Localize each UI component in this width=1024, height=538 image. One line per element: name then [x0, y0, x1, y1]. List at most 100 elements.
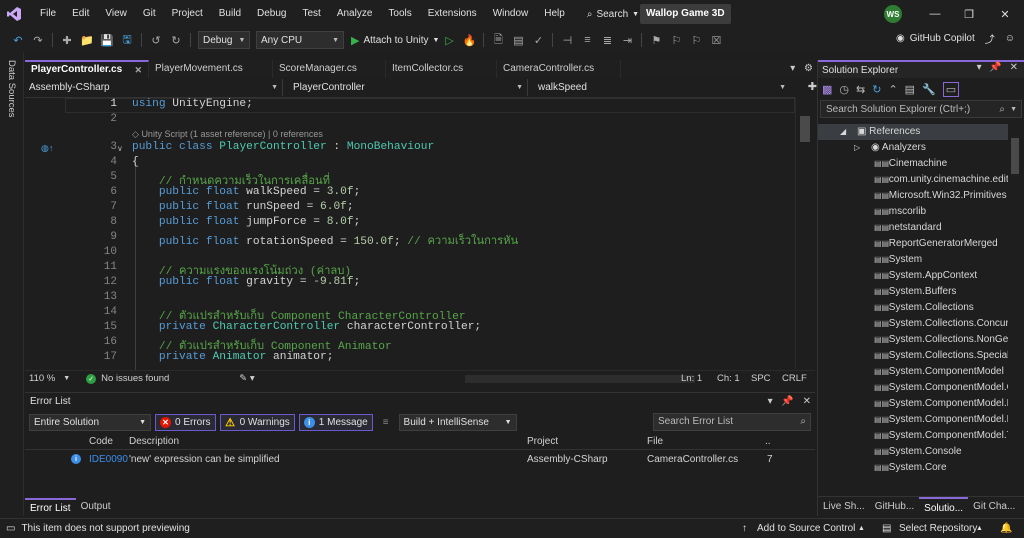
- bookmark-icon[interactable]: ⚑: [646, 30, 666, 50]
- add-to-source-control-button[interactable]: Add to Source Control: [757, 523, 855, 534]
- minimize-icon[interactable]: —: [918, 0, 952, 28]
- tree-item-reference[interactable]: ▤▤ System.Collections.Concurre: [818, 316, 1008, 332]
- tab-git-changes[interactable]: Git Cha...: [968, 497, 1020, 516]
- errors-filter-button[interactable]: ✕ 0 Errors: [155, 413, 216, 431]
- menu-project[interactable]: Project: [164, 0, 211, 28]
- column-indicator[interactable]: Ch: 1: [717, 373, 740, 384]
- undo-icon[interactable]: ↺: [146, 30, 166, 50]
- tree-item-reference[interactable]: ▤▤ System.Collections: [818, 300, 1008, 316]
- menu-edit[interactable]: Edit: [64, 0, 97, 28]
- menu-file[interactable]: File: [32, 0, 64, 28]
- error-list-row[interactable]: i IDE0090 'new' expression can be simpli…: [25, 452, 815, 468]
- close-icon[interactable]: ✕: [803, 396, 811, 407]
- column-line[interactable]: ..: [765, 436, 771, 447]
- zoom-level[interactable]: 110 %: [29, 373, 55, 384]
- configuration-dropdown[interactable]: Debug ▼: [198, 31, 250, 49]
- error-code-link[interactable]: IDE0090: [89, 454, 128, 465]
- solution-explorer-scrollbar[interactable]: [1008, 124, 1022, 492]
- preview-selected-icon[interactable]: ▭: [942, 81, 960, 97]
- sync-icon[interactable]: ⇆: [856, 83, 865, 96]
- properties-icon[interactable]: 🔧: [922, 83, 936, 96]
- tree-item-analyzers[interactable]: ▷ ◉ Analyzers: [818, 140, 1008, 156]
- tab-cameracontroller[interactable]: CameraController.cs: [497, 60, 621, 78]
- settings-gear-icon[interactable]: ⚙: [804, 63, 813, 74]
- redo-icon[interactable]: ↻: [166, 30, 186, 50]
- menu-tools[interactable]: Tools: [380, 0, 419, 28]
- history-icon[interactable]: ◷: [839, 83, 849, 96]
- tab-live-share[interactable]: Live Sh...: [818, 497, 870, 516]
- menu-debug[interactable]: Debug: [249, 0, 294, 28]
- menu-analyze[interactable]: Analyze: [329, 0, 381, 28]
- tree-item-reference[interactable]: ▤▤ System.ComponentModel.E: [818, 396, 1008, 412]
- visual-studio-logo-icon[interactable]: [0, 0, 28, 28]
- tree-item-reference[interactable]: ▤▤ netstandard: [818, 220, 1008, 236]
- notifications-bell-icon[interactable]: 🔔: [1000, 523, 1012, 534]
- navigate-forward-icon[interactable]: ↷: [28, 30, 48, 50]
- tree-item-reference[interactable]: ▤▤ System.Buffers: [818, 284, 1008, 300]
- layout-icon[interactable]: ▤: [508, 30, 528, 50]
- save-icon[interactable]: 💾: [97, 30, 117, 50]
- tab-solution-explorer[interactable]: Solutio...: [919, 497, 969, 516]
- refresh-icon[interactable]: ↻: [872, 83, 881, 96]
- data-sources-tab[interactable]: Data Sources: [6, 60, 17, 118]
- check-icon[interactable]: ✓: [528, 30, 548, 50]
- collapse-all-icon[interactable]: ⌃: [888, 83, 897, 96]
- new-item-icon[interactable]: ✚: [57, 30, 77, 50]
- tree-item-reference[interactable]: ▤▤ System.ComponentModel.C: [818, 380, 1008, 396]
- menu-view[interactable]: View: [97, 0, 135, 28]
- tree-item-reference[interactable]: ▤▤ Cinemachine: [818, 156, 1008, 172]
- next-bookmark-icon[interactable]: ⚐: [686, 30, 706, 50]
- member-dropdown[interactable]: walkSpeed ▼: [528, 79, 790, 96]
- step-icon[interactable]: ⊣: [557, 30, 577, 50]
- attach-to-unity-button[interactable]: ▶ Attach to Unity ▼: [351, 34, 439, 47]
- line-indicator[interactable]: Ln: 1: [681, 373, 702, 384]
- platform-dropdown[interactable]: Any CPU ▼: [256, 31, 344, 49]
- column-project[interactable]: Project: [527, 436, 558, 447]
- tree-item-reference[interactable]: ▤▤ System.ComponentModel.T: [818, 428, 1008, 444]
- start-without-debugging-icon[interactable]: ▷: [439, 30, 459, 50]
- open-folder-icon[interactable]: 📁: [77, 30, 97, 50]
- github-copilot-button[interactable]: ◉ GitHub Copilot ⤴ ☺: [896, 31, 1015, 46]
- tab-playermovement[interactable]: PlayerMovement.cs: [149, 60, 273, 78]
- search-menu[interactable]: ⌕ Search ▼: [581, 9, 645, 20]
- restore-icon[interactable]: ❐: [952, 0, 986, 28]
- tab-error-list[interactable]: Error List: [25, 498, 76, 516]
- tree-item-reference[interactable]: ▤▤ System.Console: [818, 444, 1008, 460]
- tab-scoremanager[interactable]: ScoreManager.cs: [273, 60, 386, 78]
- messages-filter-button[interactable]: i 1 Message: [298, 413, 373, 431]
- tab-output[interactable]: Output: [76, 498, 116, 516]
- tree-item-reference[interactable]: ▤▤ System.Core: [818, 460, 1008, 476]
- split-editor-icon[interactable]: ✚: [808, 80, 817, 93]
- prev-bookmark-icon[interactable]: ⚐: [666, 30, 686, 50]
- uncomment-icon[interactable]: ≣: [597, 30, 617, 50]
- show-all-files-icon[interactable]: ▤: [905, 83, 915, 96]
- close-tab-icon[interactable]: ✕: [134, 61, 142, 79]
- menu-extensions[interactable]: Extensions: [420, 0, 485, 28]
- filter-icon[interactable]: ≡: [383, 417, 389, 428]
- tree-item-reference[interactable]: ▤▤ ReportGeneratorMerged: [818, 236, 1008, 252]
- menu-test[interactable]: Test: [294, 0, 328, 28]
- editor-horizontal-scrollbar[interactable]: [465, 375, 695, 383]
- chevron-down-icon[interactable]: ▾: [768, 396, 773, 407]
- spacing-indicator[interactable]: SPC: [751, 373, 771, 384]
- tab-playercontroller[interactable]: PlayerController.cs ✕: [25, 60, 149, 78]
- column-file[interactable]: File: [647, 436, 663, 447]
- editor-vertical-scrollbar[interactable]: [795, 98, 813, 370]
- chevron-down-icon[interactable]: ▾: [977, 62, 982, 73]
- column-description[interactable]: Description: [129, 436, 179, 447]
- save-all-icon[interactable]: 🖫: [117, 30, 137, 50]
- error-list-search-input[interactable]: Search Error List ⌕: [653, 413, 811, 431]
- fold-chevron-icon[interactable]: ∨: [117, 144, 123, 153]
- issues-status[interactable]: No issues found: [101, 373, 169, 384]
- switch-views-icon[interactable]: ▩: [822, 83, 832, 96]
- browser-link-icon[interactable]: 🗎: [488, 30, 508, 50]
- menu-git[interactable]: Git: [135, 0, 164, 28]
- unity-message-icon[interactable]: ◍↑: [41, 143, 53, 154]
- tree-item-reference[interactable]: ▤▤ Microsoft.Win32.Primitives: [818, 188, 1008, 204]
- solution-tree[interactable]: ◢ ▣ References ▷ ◉ Analyzers ▤▤ Cinemach…: [818, 124, 1008, 492]
- clear-bookmarks-icon[interactable]: ☒: [706, 30, 726, 50]
- select-repository-button[interactable]: Select Repository: [899, 523, 977, 534]
- close-icon[interactable]: ✕: [988, 0, 1022, 28]
- tree-item-reference[interactable]: ▤▤ System: [818, 252, 1008, 268]
- solution-explorer-search-input[interactable]: Search Solution Explorer (Ctrl+;) ⌕ ▼: [820, 100, 1022, 118]
